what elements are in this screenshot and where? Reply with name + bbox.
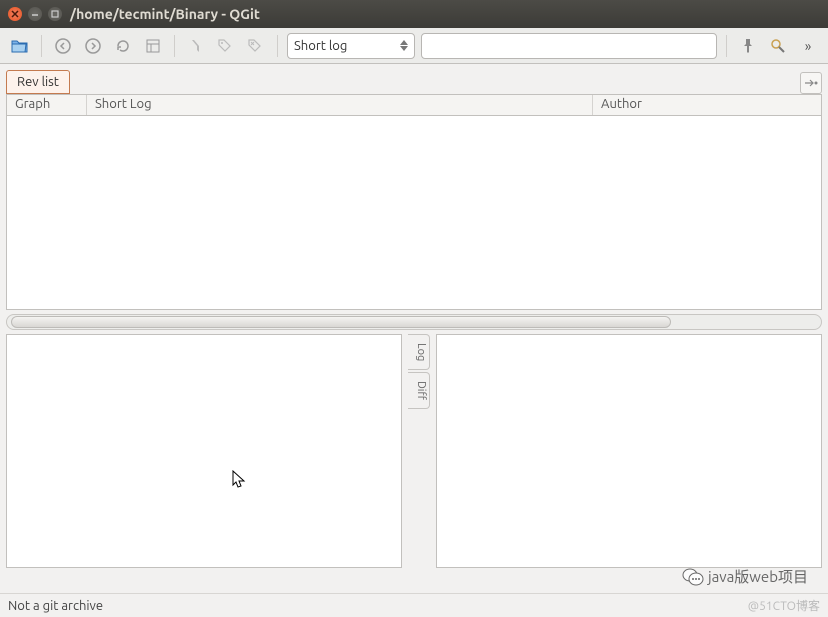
tab-rev-list[interactable]: Rev list — [6, 70, 70, 94]
tag-button[interactable] — [214, 34, 238, 58]
content-area: Graph Short Log Author Log Diff — [0, 94, 828, 574]
window-title: /home/tecmint/Binary - QGit — [70, 6, 260, 22]
log-mode-value: Short log — [294, 39, 347, 53]
table-header: Graph Short Log Author — [6, 94, 822, 116]
column-author[interactable]: Author — [593, 95, 821, 115]
chat-icon — [682, 567, 704, 587]
vertical-tabs: Log Diff — [408, 334, 430, 568]
status-bar: Not a git archive @51CTO博客 — [0, 593, 828, 617]
bottom-panels: Log Diff — [6, 334, 822, 568]
forward-button[interactable] — [81, 34, 105, 58]
log-mode-select[interactable]: Short log — [287, 33, 415, 59]
back-button[interactable] — [51, 34, 75, 58]
column-graph[interactable]: Graph — [7, 95, 87, 115]
commit-list[interactable] — [6, 116, 822, 310]
watermark-blog: @51CTO博客 — [748, 597, 820, 614]
tab-tool-button[interactable] — [800, 72, 822, 94]
status-text: Not a git archive — [8, 599, 103, 613]
horizontal-scrollbar[interactable] — [6, 314, 822, 330]
watermark-chat: java版web项目 — [682, 566, 808, 587]
column-shortlog[interactable]: Short Log — [87, 95, 593, 115]
find-button[interactable] — [766, 34, 790, 58]
tree-view-button[interactable] — [141, 34, 165, 58]
titlebar: /home/tecmint/Binary - QGit — [0, 0, 828, 28]
close-button[interactable] — [8, 7, 22, 21]
scrollbar-thumb[interactable] — [11, 316, 671, 328]
toolbar: Short log » — [0, 28, 828, 64]
vtab-log[interactable]: Log — [408, 334, 430, 370]
reload-button[interactable] — [111, 34, 135, 58]
tag-remove-button[interactable] — [244, 34, 268, 58]
maximize-button[interactable] — [48, 7, 62, 21]
filter-button[interactable] — [184, 34, 208, 58]
overflow-button[interactable]: » — [796, 34, 820, 58]
tab-bar: Rev list — [0, 64, 828, 94]
minimize-button[interactable] — [28, 7, 42, 21]
detail-panel-left[interactable] — [6, 334, 402, 568]
pin-filter-button[interactable] — [736, 34, 760, 58]
search-input[interactable] — [421, 33, 717, 59]
open-folder-button[interactable] — [8, 34, 32, 58]
detail-panel-right[interactable] — [436, 334, 822, 568]
window-controls — [8, 7, 62, 21]
spinner-icon — [400, 40, 408, 51]
vtab-diff[interactable]: Diff — [408, 372, 430, 409]
